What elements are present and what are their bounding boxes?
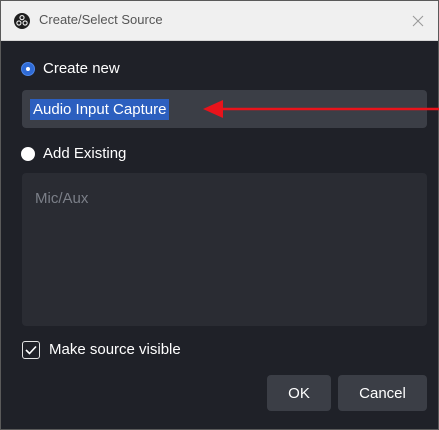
- window-title: Create/Select Source: [39, 12, 163, 27]
- title-bar[interactable]: Create/Select Source: [1, 1, 438, 41]
- checkmark-icon: [25, 345, 37, 355]
- obs-logo-icon: [14, 13, 30, 29]
- list-item[interactable]: Mic/Aux: [35, 190, 88, 207]
- create-new-radio[interactable]: [21, 62, 35, 76]
- add-existing-label[interactable]: Add Existing: [43, 145, 126, 162]
- create-select-source-dialog: Create/Select Source Create new Audio In…: [0, 0, 439, 430]
- make-visible-label[interactable]: Make source visible: [49, 341, 181, 358]
- existing-sources-list[interactable]: Mic/Aux: [22, 173, 427, 326]
- create-new-label[interactable]: Create new: [43, 60, 120, 77]
- close-icon[interactable]: [412, 15, 424, 27]
- close-button[interactable]: [406, 9, 430, 33]
- make-visible-checkbox[interactable]: [22, 341, 40, 359]
- source-name-value[interactable]: Audio Input Capture: [30, 99, 170, 120]
- cancel-button[interactable]: Cancel: [338, 375, 427, 411]
- red-arrow-left-icon: [203, 100, 439, 118]
- add-existing-radio[interactable]: [21, 147, 35, 161]
- ok-button[interactable]: OK: [267, 375, 331, 411]
